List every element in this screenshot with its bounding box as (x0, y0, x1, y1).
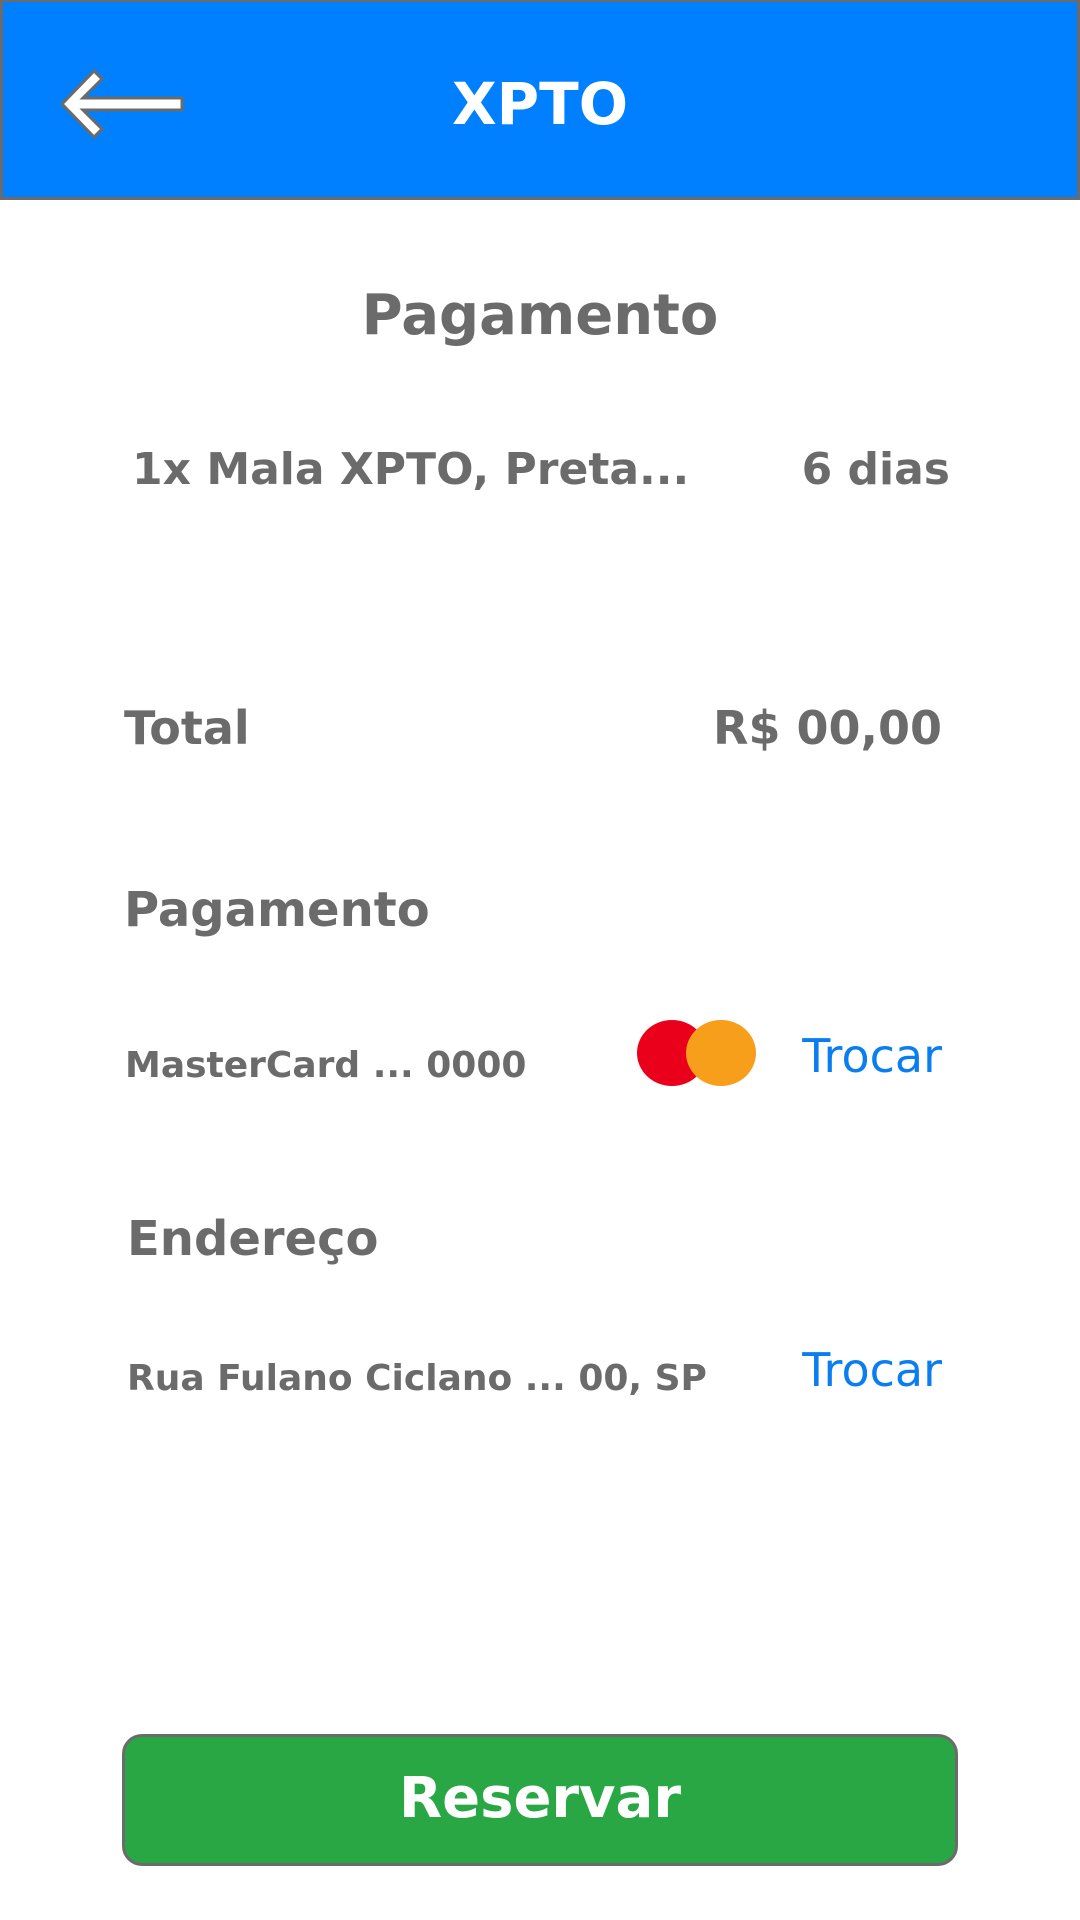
reserve-button[interactable]: Reservar (122, 1734, 958, 1866)
app-title: XPTO (451, 70, 629, 138)
address-value: Rua Fulano Ciclano ... 00, SP (127, 1358, 707, 1399)
payment-card-label: MasterCard ... 0000 (125, 1045, 527, 1086)
mastercard-logo-icon (635, 1018, 757, 1088)
app-header: XPTO (0, 0, 1080, 200)
order-item-duration: 6 dias (801, 444, 950, 495)
total-label: Total (124, 701, 250, 755)
total-value: R$ 00,00 (713, 701, 942, 755)
change-payment-link[interactable]: Trocar (802, 1026, 942, 1086)
address-section-title: Endereço (127, 1211, 379, 1267)
mastercard-orange-circle (686, 1020, 756, 1086)
payment-section-title: Pagamento (124, 882, 430, 938)
page-title: Pagamento (361, 283, 719, 348)
order-item-name: 1x Mala XPTO, Preta... (132, 444, 690, 495)
change-address-link[interactable]: Trocar (802, 1340, 942, 1400)
